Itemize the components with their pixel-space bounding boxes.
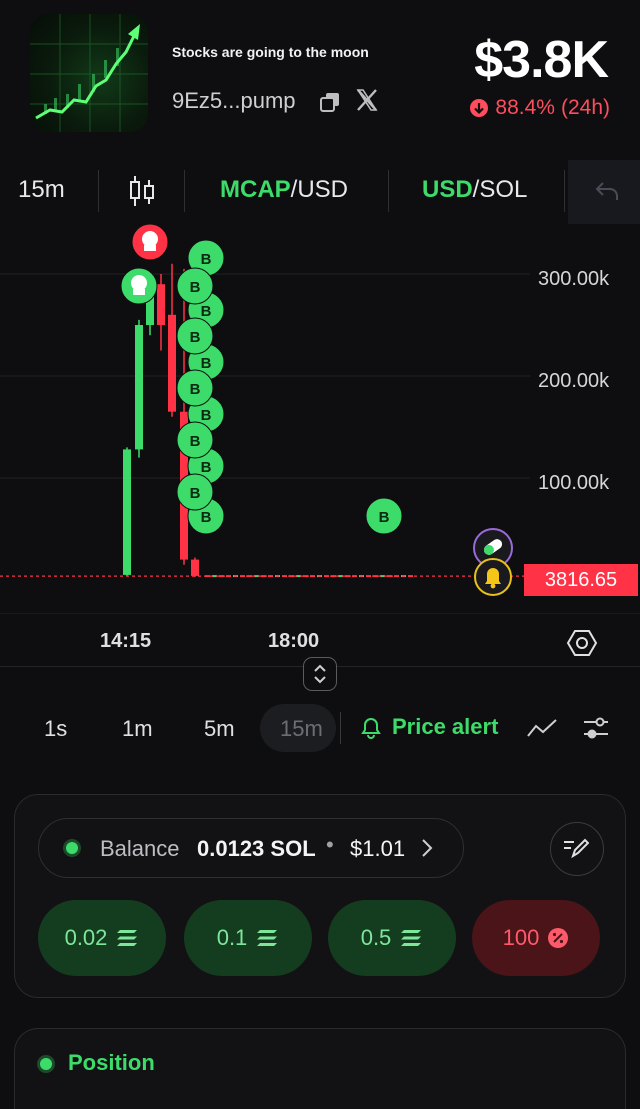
- chevron-right-icon: [420, 836, 434, 860]
- buy-marker-label: B: [190, 381, 201, 398]
- candle-body: [123, 449, 131, 575]
- solana-icon: [401, 930, 422, 946]
- chart-interval-selector[interactable]: 15m: [18, 176, 65, 204]
- bell-icon: [361, 718, 381, 739]
- y-axis-tick: 200.00k: [538, 370, 610, 392]
- interval-option-1m[interactable]: 1m: [122, 716, 153, 742]
- divider: [388, 170, 389, 212]
- divider: [98, 170, 99, 212]
- chart-toolbar: 15m MCAP/USD USD/SOL: [0, 160, 640, 224]
- mcap-label: MCAP: [220, 176, 291, 203]
- arrow-down-circle-icon: [470, 99, 489, 117]
- percent-icon: [548, 928, 569, 948]
- current-price-label: 3816.65: [524, 564, 638, 596]
- edit-icon: [563, 836, 590, 860]
- quick-buy-button[interactable]: 0.02: [38, 900, 166, 976]
- balance-separator: •: [326, 832, 334, 857]
- buy-marker-label: B: [190, 433, 201, 450]
- usd-label: USD: [422, 176, 473, 203]
- buy-marker-label: B: [190, 485, 201, 502]
- token-name: Stocks are going to the moon: [172, 44, 369, 60]
- quick-sell-amount: 100: [502, 925, 540, 950]
- balance-label: Balance: [100, 836, 180, 861]
- buy-marker-label: B: [201, 251, 212, 268]
- bell-icon: [490, 583, 496, 589]
- chevron-up-down-icon: [314, 664, 326, 684]
- chart-settings-icon[interactable]: [566, 627, 598, 659]
- x-axis-tick: 18:00: [268, 630, 320, 652]
- buy-marker-label: B: [201, 407, 212, 424]
- candles: [0, 263, 524, 578]
- quick-buy-amount: 0.5: [360, 925, 392, 950]
- chef-hat-icon: [144, 245, 156, 251]
- sol-unit: /SOL: [472, 176, 528, 203]
- divider: [340, 712, 341, 744]
- quick-buy-amount: 0.02: [64, 925, 108, 950]
- mcap-usd-toggle[interactable]: MCAP/USD: [220, 176, 348, 204]
- line-chart-icon[interactable]: [526, 716, 558, 740]
- price-change-period: (24h): [560, 96, 610, 119]
- x-axis-tick: 14:15: [100, 630, 152, 652]
- candle-body: [157, 284, 165, 325]
- candle-body: [191, 559, 199, 576]
- buy-marker-label: B: [201, 303, 212, 320]
- candlestick-icon[interactable]: [128, 174, 156, 208]
- position-label[interactable]: Position: [68, 1050, 155, 1076]
- token-image[interactable]: [30, 14, 148, 132]
- quick-buy-amount: 0.1: [216, 925, 248, 950]
- copy-icon[interactable]: [318, 90, 342, 114]
- solana-icon: [257, 930, 278, 946]
- quick-buy-button[interactable]: 0.1: [184, 900, 312, 976]
- token-address[interactable]: 9Ez5...pump: [172, 88, 296, 114]
- buy-marker-label: B: [201, 459, 212, 476]
- quick-sell-button[interactable]: 100: [472, 900, 600, 976]
- price-alert-button[interactable]: Price alert: [358, 714, 498, 740]
- buy-marker-label: B: [201, 509, 212, 526]
- undo-icon: [594, 180, 620, 202]
- sliders-icon[interactable]: [582, 714, 610, 742]
- buy-marker-label: B: [379, 509, 390, 526]
- buy-marker-label: B: [190, 279, 201, 296]
- quick-buy-button[interactable]: 0.5: [328, 900, 456, 976]
- chef-hat-icon: [133, 289, 145, 295]
- price-change-percent: 88.4%: [495, 96, 555, 119]
- buy-marker-label: B: [201, 355, 212, 372]
- y-axis-tick: 100.00k: [538, 472, 610, 494]
- solana-icon: [117, 930, 138, 946]
- divider: [184, 170, 185, 212]
- chart-grid: [0, 273, 640, 614]
- price-change: 88.4% (24h): [469, 96, 610, 120]
- divider: [564, 170, 565, 212]
- usd-sol-toggle[interactable]: USD/SOL: [422, 176, 527, 204]
- market-cap-value: $3.8K: [474, 31, 609, 89]
- balance-sol: 0.0123 SOL: [197, 836, 316, 861]
- interval-option-15m[interactable]: 15m: [280, 716, 323, 742]
- x-icon[interactable]: [356, 88, 378, 112]
- chef-hat-icon: [131, 275, 147, 291]
- rocket-chart-icon: [30, 14, 148, 132]
- status-dot: [40, 1058, 52, 1070]
- candle-body: [135, 325, 143, 450]
- buy-marker-label: B: [190, 329, 201, 346]
- resize-chart-handle[interactable]: [303, 657, 337, 691]
- status-dot: [66, 842, 78, 854]
- balance-usd: $1.01: [350, 836, 406, 861]
- trade-markers: BBBBBBBBBBBB: [120, 224, 513, 596]
- y-axis-tick: 300.00k: [538, 268, 610, 290]
- chef-hat-icon: [142, 231, 158, 247]
- mcap-unit: /USD: [290, 176, 349, 203]
- candle-body: [168, 314, 176, 412]
- price-alert-label: Price alert: [392, 714, 499, 739]
- interval-option-5m[interactable]: 5m: [204, 716, 235, 742]
- interval-option-1s[interactable]: 1s: [44, 716, 67, 742]
